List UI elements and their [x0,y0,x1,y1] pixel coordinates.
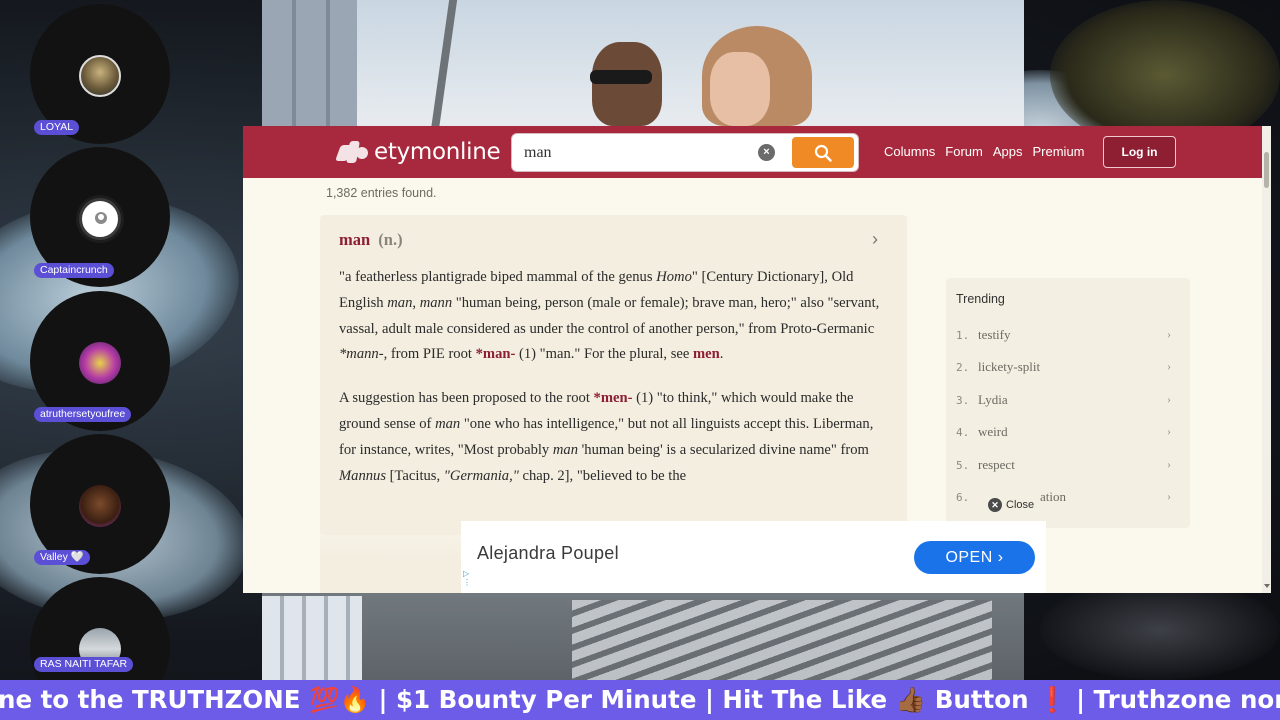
search-box: × [512,134,858,171]
browser-window: etymonline × Columns Forum Apps Premium … [243,126,1271,593]
scroll-down-icon[interactable] [1264,584,1270,588]
site-logo[interactable]: etymonline [335,137,501,167]
background-blob [1040,580,1280,680]
adchoices-icon[interactable]: ▷ ⋮ [463,569,471,587]
nav-apps[interactable]: Apps [993,143,1023,161]
avatar [79,485,121,527]
logo-icon [335,137,370,167]
participant-tile[interactable]: Captaincrunch [30,147,170,287]
avatar [79,55,121,97]
entry-paragraph: A suggestion has been proposed to the ro… [339,390,874,484]
search-icon [814,144,832,162]
ad-banner[interactable]: Alejandra Poupel OPEN › ▷ ⋮ [461,521,1046,593]
video-pole [430,0,458,130]
video-building [262,596,362,680]
logo-text: etymonline [374,139,501,165]
search-button[interactable] [792,137,854,168]
avatar [79,342,121,384]
crossref-link[interactable]: *man- [476,346,516,362]
clear-icon[interactable]: × [758,144,775,161]
video-building [262,0,357,130]
scrollbar[interactable] [1262,126,1271,593]
chevron-right-icon: › [1167,456,1171,471]
trending-item[interactable]: 1. testify › [956,327,1171,359]
login-button[interactable]: Log in [1103,136,1176,168]
avatar [79,198,121,240]
video-sunglasses [590,70,652,84]
chevron-right-icon: › [1167,488,1171,503]
chevron-right-icon: › [1167,391,1171,406]
trending-title: Trending [956,292,1005,306]
participant-name: RAS NAITI TAFAR [34,657,134,672]
nav-columns[interactable]: Columns [884,143,935,161]
main-nav: Columns Forum Apps Premium [884,143,1095,161]
video-person [592,42,662,126]
participant-name: Captaincrunch [34,263,114,278]
participant-name: atruthersetyoufree [34,407,132,422]
entries-count: 1,382 entries found. [326,186,437,200]
ticker-text: ne to the TRUTHZONE 💯🔥 | $1 Bounty Per M… [0,685,1280,714]
entry-body: "a featherless plantigrade biped mammal … [339,265,887,507]
ticker-bar: ne to the TRUTHZONE 💯🔥 | $1 Bounty Per M… [0,680,1280,720]
participant-tile[interactable]: Valley 🤍 [30,434,170,574]
scrollbar-thumb[interactable] [1264,152,1269,188]
trending-item[interactable]: 4. weird › [956,424,1171,456]
chevron-right-icon[interactable]: › [872,229,878,250]
trending-list: 1. testify › 2. lickety-split › 3. Lydia › 4. w… [956,327,1171,521]
chevron-right-icon: › [1167,327,1171,341]
nav-forum[interactable]: Forum [945,143,983,161]
entry-heading[interactable]: man (n.) [339,230,403,250]
video-scaffold [572,600,992,680]
ad-open-button[interactable]: OPEN › [914,541,1035,574]
crossref-link[interactable]: *men- [594,390,633,406]
participant-column: LOYAL Captaincrunch atruthersetyoufree V… [0,0,260,717]
site-header: etymonline × Columns Forum Apps Premium … [243,126,1271,178]
entry-word: man [339,230,371,249]
ad-close-button[interactable]: ✕ Close [988,498,1034,512]
trending-panel: Trending 1. testify › 2. lickety-split › 3. L… [946,278,1190,528]
chevron-right-icon: › [1167,359,1171,374]
participant-name: LOYAL [34,120,80,135]
participant-tile[interactable]: atruthersetyoufree [30,291,170,431]
chevron-right-icon: › [1167,424,1171,439]
close-label: Close [1006,499,1035,511]
crossref-link[interactable]: men [693,346,720,362]
entry-paragraph: "a featherless plantigrade biped mammal … [339,269,880,363]
trending-item[interactable]: 2. lickety-split › [956,359,1171,391]
participant-name: Valley 🤍 [34,550,90,565]
video-face [710,52,770,126]
nav-premium[interactable]: Premium [1033,143,1085,161]
default-user-icon [95,212,107,224]
entry-pos: (n.) [378,230,403,249]
entry-card: man (n.) › "a featherless plantigrade bi… [320,215,907,535]
ad-title: Alejandra Poupel [477,543,619,563]
close-icon: ✕ [988,498,1002,512]
search-input[interactable] [524,134,754,171]
trending-item[interactable]: 3. Lydia › [956,392,1171,424]
trending-item[interactable]: 5. respect › [956,457,1171,489]
participant-tile[interactable]: LOYAL [30,4,170,144]
